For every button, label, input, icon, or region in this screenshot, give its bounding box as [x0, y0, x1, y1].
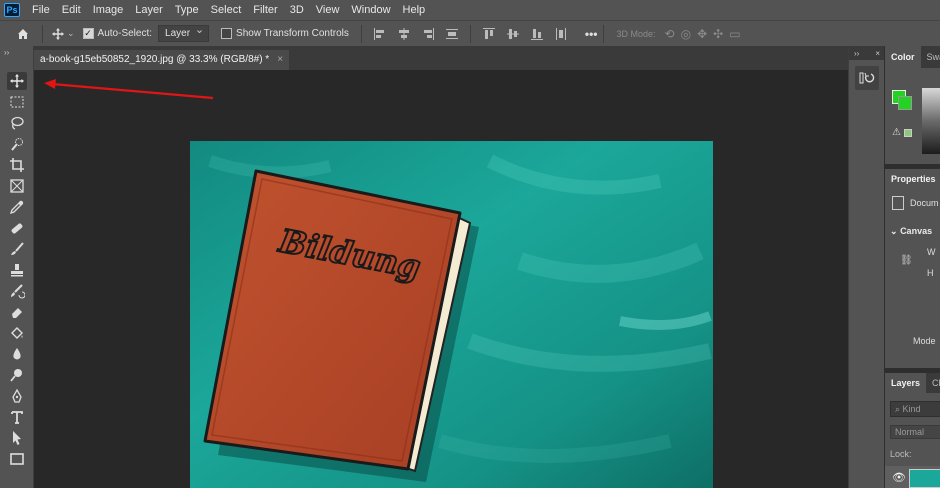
collapsed-panels-column: ›› × [848, 46, 885, 488]
tab-properties[interactable]: Properties [885, 169, 940, 189]
scale-3d-icon: ▭ [729, 26, 741, 41]
tab-swatches[interactable]: Swa [921, 46, 940, 68]
menu-help[interactable]: Help [397, 0, 432, 20]
close-panel-icon[interactable]: × [875, 49, 880, 58]
properties-document-row: Docum [892, 196, 939, 210]
auto-select-checkbox[interactable]: ✓ [82, 28, 94, 39]
marquee-tool-icon[interactable] [7, 93, 27, 111]
canvas-section-label: Canvas [900, 226, 933, 236]
eye-icon[interactable]: 👁 [892, 471, 906, 484]
crop-tool-icon[interactable] [7, 156, 27, 174]
gamut-swatch [903, 128, 912, 137]
menu-select[interactable]: Select [205, 0, 248, 20]
tab-color[interactable]: Color [885, 46, 921, 68]
lasso-tool-icon[interactable] [7, 114, 27, 132]
slide-3d-icon: ✣ [713, 26, 724, 41]
menu-image[interactable]: Image [87, 0, 130, 20]
show-transform-label: Show Transform Controls [236, 28, 349, 39]
photoshop-logo-icon: Ps [4, 3, 20, 17]
canvas-image: Bildung [190, 141, 713, 488]
distribute-horizontal-icon[interactable] [554, 27, 568, 41]
collapse-toolbar-icon[interactable]: ›› [4, 48, 9, 57]
rectangle-tool-icon[interactable] [7, 450, 27, 468]
layer-row-background[interactable]: 👁 [885, 466, 940, 488]
expand-panels-icon[interactable]: ›› [854, 49, 859, 58]
menu-view[interactable]: View [310, 0, 346, 20]
menu-layer[interactable]: Layer [129, 0, 169, 20]
move-tool-preset-icon[interactable] [49, 25, 67, 43]
layer-filter-kind[interactable]: ⌕ Kind [890, 401, 940, 417]
auto-select-target-dropdown[interactable]: Layer [158, 23, 210, 42]
menu-bar: Ps File Edit Image Layer Type Select Fil… [0, 0, 940, 20]
layer-thumbnail [909, 469, 940, 488]
document-tab-title: a-book-g15eb50852_1920.jpg @ 33.3% (RGB/… [40, 54, 270, 65]
photoshop-window: Ps File Edit Image Layer Type Select Fil… [0, 0, 940, 488]
history-brush-tool-icon[interactable] [7, 282, 27, 300]
background-color-swatch[interactable] [898, 96, 912, 110]
mode-3d-label: 3D Mode: [616, 28, 656, 39]
dodge-tool-icon[interactable] [7, 366, 27, 384]
history-panel-icon[interactable] [855, 66, 879, 90]
menu-edit[interactable]: Edit [56, 0, 87, 20]
show-transform-checkbox[interactable] [221, 28, 233, 39]
width-label: W [927, 247, 936, 257]
brush-tool-icon[interactable] [7, 240, 27, 258]
properties-document-label: Docum [910, 198, 939, 208]
color-spectrum[interactable] [922, 88, 940, 154]
pen-tool-icon[interactable] [7, 387, 27, 405]
quick-selection-tool-icon[interactable] [7, 135, 27, 153]
gamut-warning[interactable]: ⚠ [892, 127, 912, 138]
mode-label: Mode [913, 336, 936, 346]
eraser-tool-icon[interactable] [7, 303, 27, 321]
document-icon [892, 196, 904, 210]
menu-filter[interactable]: Filter [247, 0, 283, 20]
menu-file[interactable]: File [26, 0, 56, 20]
align-vcenter-icon[interactable] [506, 27, 520, 41]
chevron-down-icon: ⌄ [890, 226, 898, 236]
auto-select-label: Auto-Select: [97, 28, 153, 39]
align-top-icon[interactable] [482, 27, 496, 41]
home-icon[interactable] [14, 25, 32, 43]
options-bar: ⌄ ✓ Auto-Select: Layer Show Transform Co… [0, 20, 940, 46]
clone-stamp-tool-icon[interactable] [7, 261, 27, 279]
menu-window[interactable]: Window [345, 0, 396, 20]
close-tab-icon[interactable]: × [277, 50, 283, 70]
chevron-down-icon[interactable]: ⌄ [67, 28, 75, 39]
warning-icon: ⚠ [892, 127, 901, 138]
more-options-icon[interactable]: ••• [585, 27, 598, 41]
roll-3d-icon: ◎ [680, 26, 692, 41]
pan-3d-icon: ✥ [697, 26, 708, 41]
menu-3d[interactable]: 3D [284, 0, 310, 20]
lock-label: Lock: [890, 449, 912, 459]
tab-layers[interactable]: Layers [885, 373, 927, 393]
distribute-vertical-icon[interactable] [445, 27, 459, 41]
type-tool-icon[interactable] [7, 408, 27, 426]
orbit-3d-icon: ⟲ [664, 26, 675, 41]
blend-mode-dropdown[interactable]: Normal [890, 425, 940, 439]
document-tab[interactable]: a-book-g15eb50852_1920.jpg @ 33.3% (RGB/… [34, 50, 290, 70]
right-panel-dock: Color Swa ⚠ Properties Docum ⌄ Canvas W … [884, 46, 940, 488]
search-icon: ⌕ [895, 404, 903, 414]
move-tool-icon[interactable] [7, 72, 27, 90]
eyedropper-tool-icon[interactable] [7, 198, 27, 216]
blur-tool-icon[interactable] [7, 345, 27, 363]
document-canvas[interactable]: Bildung [190, 141, 713, 488]
tab-channels[interactable]: Ch [926, 373, 940, 393]
healing-brush-tool-icon[interactable] [7, 219, 27, 237]
tools-panel: ›› [0, 46, 34, 488]
document-tab-bar: a-book-g15eb50852_1920.jpg @ 33.3% (RGB/… [34, 46, 848, 70]
align-bottom-icon[interactable] [530, 27, 544, 41]
align-hcenter-icon[interactable] [397, 27, 411, 41]
menu-type[interactable]: Type [169, 0, 205, 20]
frame-tool-icon[interactable] [7, 177, 27, 195]
align-left-icon[interactable] [373, 27, 387, 41]
align-right-icon[interactable] [421, 27, 435, 41]
canvas-workspace: Bildung [34, 70, 848, 488]
height-label: H [927, 268, 934, 278]
link-icon[interactable]: ⛓ [900, 255, 913, 266]
paint-bucket-tool-icon[interactable] [7, 324, 27, 342]
kind-placeholder: Kind [902, 404, 921, 414]
canvas-section-header[interactable]: ⌄ Canvas [890, 226, 932, 237]
path-selection-tool-icon[interactable] [7, 429, 27, 447]
